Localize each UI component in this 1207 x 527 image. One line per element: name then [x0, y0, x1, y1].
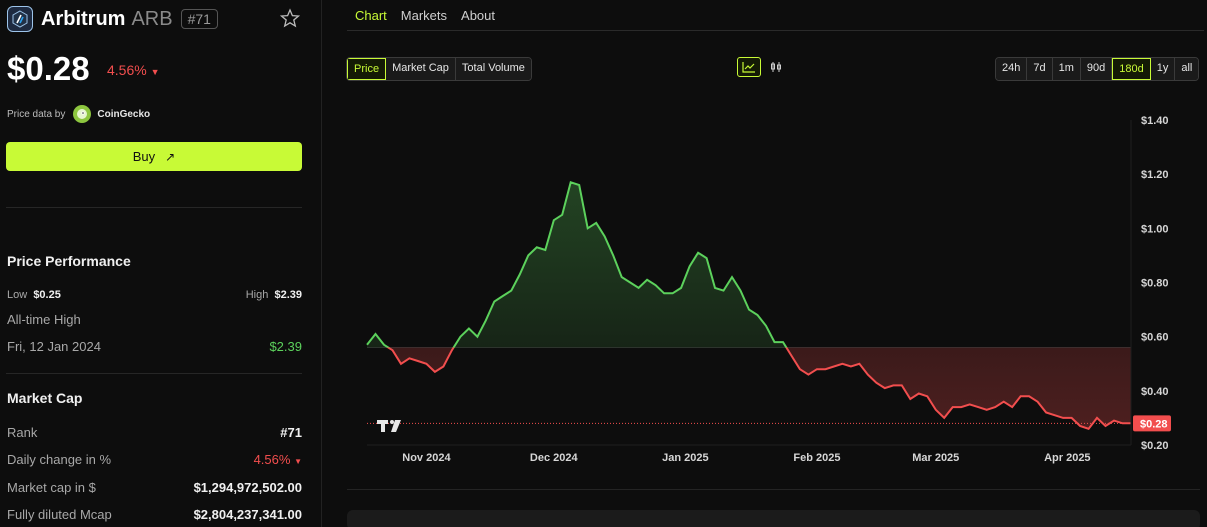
divider	[6, 207, 302, 208]
stat-label: Fully diluted Mcap	[7, 507, 112, 522]
chart-type-toggle	[737, 57, 789, 77]
x-tick-label: Feb 2025	[793, 452, 840, 464]
range-24h-button[interactable]: 24h	[996, 58, 1028, 80]
caret-down-icon: ▼	[294, 457, 302, 466]
high-value: $2.39	[274, 289, 302, 301]
divider	[6, 373, 302, 374]
main-tabs: Chart Markets About	[347, 0, 1204, 31]
ath-label: All-time High	[7, 312, 81, 327]
arbitrum-logo	[7, 6, 33, 32]
y-tick-label: $0.20	[1141, 440, 1169, 452]
total-volume-metric-button[interactable]: Total Volume	[455, 58, 531, 80]
range-all-button[interactable]: all	[1175, 58, 1199, 80]
range-180d-button[interactable]: 180d	[1112, 58, 1151, 80]
y-tick-label: $0.80	[1141, 278, 1169, 290]
buy-button[interactable]: Buy ↗	[6, 142, 302, 171]
tradingview-logo	[377, 420, 401, 432]
stat-value: $1,294,972,502.00	[193, 480, 302, 495]
current-price: $0.28	[7, 50, 90, 87]
x-tick-label: Mar 2025	[912, 452, 959, 464]
market-cap-title: Market Cap	[7, 390, 83, 406]
stat-row-fdv: Fully diluted Mcap $2,804,237,341.00	[7, 507, 302, 522]
low-label: Low	[7, 289, 28, 301]
range-7d-button[interactable]: 7d	[1027, 58, 1053, 80]
price-change: 4.56% ▼	[107, 62, 160, 78]
x-tick-label: Jan 2025	[662, 452, 708, 464]
low-value: $0.25	[33, 289, 61, 301]
y-tick-label: $0.40	[1141, 386, 1169, 398]
range-90d-button[interactable]: 90d	[1080, 58, 1113, 80]
current-price-tag-label: $0.28	[1140, 418, 1168, 430]
stat-row-rank: Rank #71	[7, 425, 302, 440]
low-high-range: Low $0.25 High $2.39	[7, 289, 302, 301]
coin-header: Arbitrum ARB #71	[7, 5, 218, 33]
stat-value: 4.56% ▼	[254, 452, 302, 467]
metric-selector: Price Market Cap Total Volume	[346, 57, 532, 81]
stat-label: Market cap in $	[7, 480, 96, 495]
tab-about[interactable]: About	[461, 8, 495, 23]
stat-value: #71	[280, 425, 302, 440]
candlestick-icon[interactable]	[765, 57, 789, 77]
ath-value: $2.39	[269, 339, 302, 354]
x-tick-label: Nov 2024	[402, 452, 451, 464]
stat-row-daily-change: Daily change in % 4.56% ▼	[7, 452, 302, 467]
x-tick-label: Apr 2025	[1044, 452, 1090, 464]
provider-name[interactable]: CoinGecko	[97, 109, 150, 120]
divider	[347, 489, 1200, 490]
performance-title: Price Performance	[7, 253, 131, 269]
price-data-source: Price data by CoinGecko	[7, 105, 150, 123]
ath-date: Fri, 12 Jan 2024	[7, 339, 101, 354]
arrow-up-right-icon: ↗	[165, 149, 176, 164]
coin-sidebar: Arbitrum ARB #71 $0.28 4.56% ▼ Price dat…	[0, 0, 322, 527]
star-icon[interactable]	[279, 8, 301, 33]
x-tick-label: Dec 2024	[530, 452, 579, 464]
y-tick-label: $1.40	[1141, 115, 1169, 127]
range-1y-button[interactable]: 1y	[1150, 58, 1176, 80]
high-label: High	[245, 289, 269, 301]
range-1m-button[interactable]: 1m	[1052, 58, 1081, 80]
area-below-baseline	[367, 347, 1131, 429]
next-section-card	[347, 510, 1200, 527]
caret-down-icon: ▼	[150, 67, 160, 77]
line-chart-icon[interactable]	[737, 57, 761, 77]
coin-symbol: ARB	[131, 7, 173, 30]
tab-markets[interactable]: Markets	[401, 8, 447, 23]
coingecko-icon	[73, 105, 92, 123]
stat-value: $2,804,237,341.00	[193, 507, 302, 522]
tv-logo-dot	[390, 420, 394, 424]
coin-name: Arbitrum	[41, 7, 126, 30]
market-cap-metric-button[interactable]: Market Cap	[386, 58, 456, 80]
ath-label-row: All-time High	[7, 312, 302, 327]
y-tick-label: $1.20	[1141, 169, 1169, 181]
rank-badge: #71	[180, 9, 218, 29]
stat-label: Rank	[7, 425, 38, 440]
price-data-label: Price data by	[7, 108, 66, 120]
y-tick-label: $0.60	[1141, 332, 1169, 344]
buy-label: Buy	[132, 149, 156, 164]
price-chart[interactable]: $1.40 $1.20 $1.00 $0.80 $0.60 $0.40 $0.20 $0.28…	[347, 100, 1204, 470]
price-metric-button[interactable]: Price	[347, 58, 387, 80]
tv-logo-stem	[381, 420, 385, 432]
stat-label: Daily change in %	[7, 452, 112, 467]
stat-row-market-cap: Market cap in $ $1,294,972,502.00	[7, 480, 302, 495]
daily-change-value: 4.56%	[253, 452, 291, 467]
tab-chart[interactable]: Chart	[347, 8, 387, 23]
ath-row: Fri, 12 Jan 2024 $2.39	[7, 339, 302, 354]
range-selector: 24h 7d 1m 90d 180d 1y all	[995, 57, 1200, 81]
price-chart-svg[interactable]: $1.40 $1.20 $1.00 $0.80 $0.60 $0.40 $0.20 $0.28…	[347, 100, 1204, 470]
price-change-value: 4.56%	[107, 62, 147, 78]
y-tick-label: $1.00	[1141, 223, 1169, 235]
